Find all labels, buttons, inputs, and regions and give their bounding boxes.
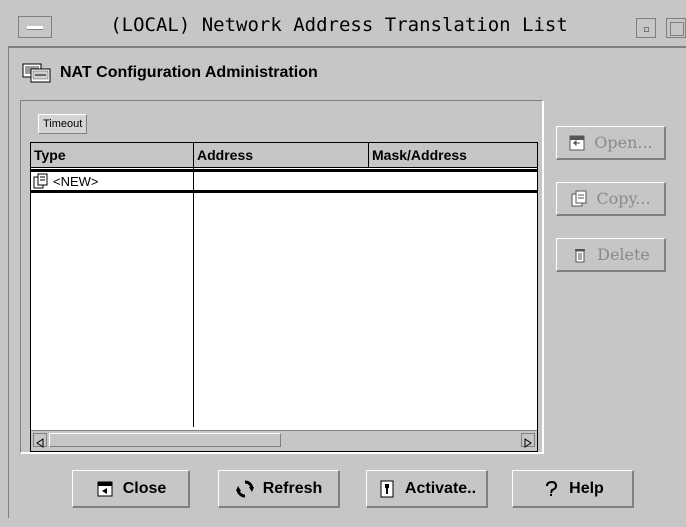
system-menu-icon <box>27 26 43 30</box>
open-button[interactable]: Open... <box>556 126 666 160</box>
nat-table[interactable]: Type Address Mask/Address <NEW> <box>30 142 538 452</box>
help-icon <box>546 480 558 496</box>
nat-window: (LOCAL) Network Address Translation List… <box>0 0 686 527</box>
system-menu-button[interactable] <box>18 16 52 38</box>
help-button[interactable]: Help <box>512 470 634 508</box>
table-row[interactable]: <NEW> <box>31 169 537 193</box>
trash-icon <box>575 248 586 262</box>
refresh-label: Refresh <box>262 479 323 497</box>
maximize-icon <box>670 22 684 36</box>
column-header-type[interactable]: Type <box>31 143 194 167</box>
activate-label: Activate.. <box>404 479 477 497</box>
copy-icon <box>571 190 587 206</box>
table-cell-type: <NEW> <box>33 172 99 190</box>
table-header: Type Address Mask/Address <box>31 143 537 168</box>
refresh-icon <box>235 480 254 497</box>
column-header-address[interactable]: Address <box>194 143 369 167</box>
title-bar[interactable]: (LOCAL) Network Address Translation List <box>8 8 686 48</box>
copy-label: Copy... <box>596 189 651 208</box>
scroll-thumb[interactable] <box>49 433 281 447</box>
scroll-right-button[interactable] <box>521 433 535 448</box>
column-header-mask[interactable]: Mask/Address <box>369 143 537 167</box>
window-title: (LOCAL) Network Address Translation List <box>110 14 568 36</box>
delete-label: Delete <box>597 245 650 264</box>
maximize-button[interactable] <box>666 18 686 38</box>
page-header: NAT Configuration Administration <box>22 60 318 86</box>
minimize-button[interactable] <box>636 18 656 38</box>
horizontal-scrollbar[interactable] <box>31 430 537 451</box>
help-label: Help <box>569 479 604 497</box>
activate-icon <box>380 480 394 497</box>
copy-button[interactable]: Copy... <box>556 182 666 216</box>
delete-button[interactable]: Delete <box>556 238 666 272</box>
minimize-icon <box>644 27 649 32</box>
new-entry-label: <NEW> <box>53 173 99 189</box>
new-entry-icon <box>33 173 48 189</box>
scroll-right-icon <box>524 438 532 448</box>
refresh-button[interactable]: Refresh <box>218 470 340 508</box>
close-icon <box>97 481 113 496</box>
activate-button[interactable]: Activate.. <box>366 470 488 508</box>
close-label: Close <box>122 479 167 497</box>
scroll-left-button[interactable] <box>33 433 47 448</box>
timeout-button[interactable]: Timeout <box>38 114 88 134</box>
scroll-left-icon <box>36 438 44 448</box>
open-icon <box>569 135 585 150</box>
open-label: Open... <box>594 133 653 152</box>
close-button[interactable]: Close <box>72 470 190 508</box>
page-title: NAT Configuration Administration <box>60 64 318 81</box>
column-divider <box>193 167 194 427</box>
nat-config-icon <box>22 62 52 84</box>
